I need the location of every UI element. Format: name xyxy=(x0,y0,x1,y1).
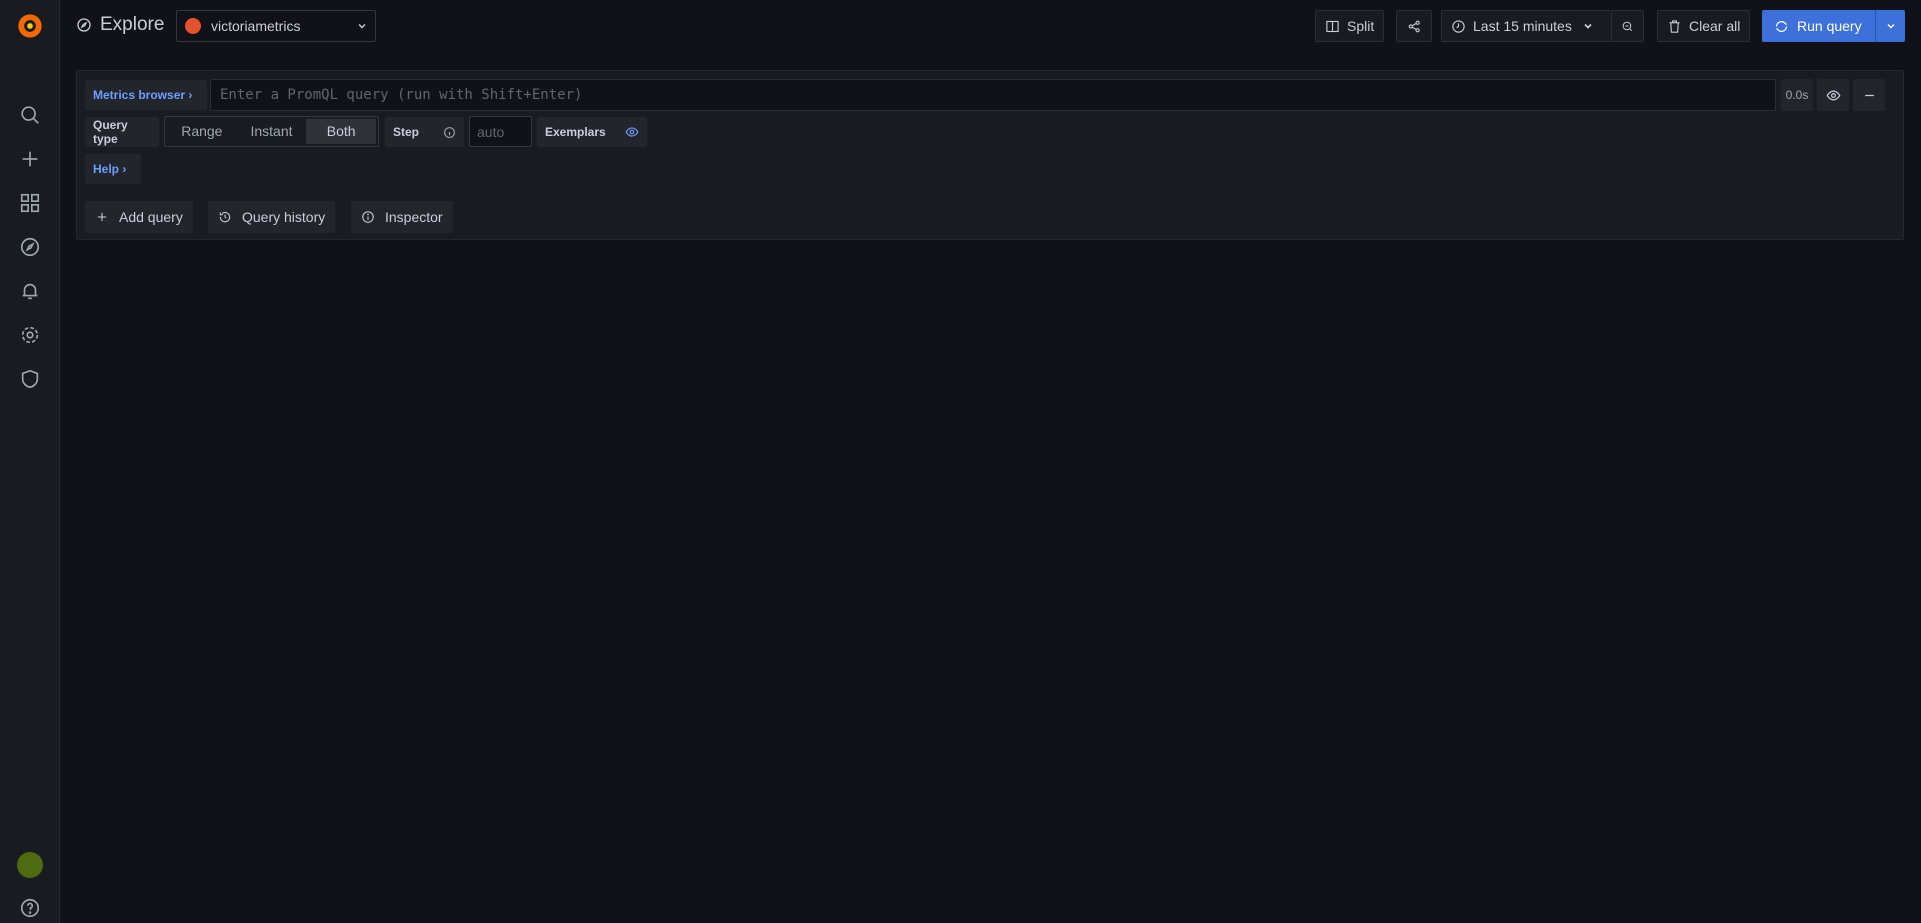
trash-icon xyxy=(1669,19,1680,33)
shield-icon[interactable] xyxy=(18,367,42,391)
query-placeholder: Enter a PromQL query (run with Shift+Ent… xyxy=(220,87,583,103)
query-history-label: Query history xyxy=(242,209,326,225)
step-input[interactable]: auto xyxy=(469,116,532,147)
bell-icon[interactable] xyxy=(18,279,42,303)
datasource-picker[interactable]: victoriametrics xyxy=(176,10,376,42)
step-label-text: Step xyxy=(393,125,420,139)
query-editor-panel: Metrics browser › Enter a PromQL query (… xyxy=(76,70,1904,240)
promql-query-input[interactable]: Enter a PromQL query (run with Shift+Ent… xyxy=(210,79,1776,111)
sync-icon xyxy=(1775,20,1788,32)
toggle-visibility-button[interactable] xyxy=(1817,79,1849,111)
info-icon xyxy=(362,211,374,223)
eye-icon xyxy=(1826,89,1840,101)
time-range-label: Last 15 minutes xyxy=(1473,18,1572,34)
query-history-button[interactable]: Query history xyxy=(208,201,336,233)
exemplars-label: Exemplars xyxy=(545,125,606,139)
inspector-button[interactable]: Inspector xyxy=(351,201,453,233)
page-title-text: Explore xyxy=(100,14,165,35)
share-button[interactable] xyxy=(1396,10,1432,42)
query-duration-text: 0.0s xyxy=(1785,88,1809,102)
clear-all-label: Clear all xyxy=(1689,18,1741,34)
info-icon[interactable] xyxy=(443,126,456,139)
clock-icon xyxy=(1452,19,1465,33)
share-icon xyxy=(1408,20,1420,32)
metrics-browser-label: Metrics browser xyxy=(93,88,186,102)
split-label: Split xyxy=(1347,18,1375,34)
step-placeholder: auto xyxy=(477,123,505,140)
time-range-picker[interactable]: Last 15 minutes xyxy=(1441,10,1611,42)
eye-icon xyxy=(625,127,639,137)
page-title: Explore xyxy=(76,14,164,36)
metrics-browser-button[interactable]: Metrics browser › xyxy=(85,80,207,110)
plus-icon[interactable] xyxy=(18,147,42,171)
remove-query-button[interactable] xyxy=(1853,79,1885,111)
plus-icon xyxy=(97,212,107,222)
query-type-range[interactable]: Range xyxy=(167,119,237,144)
chevron-right-icon: › xyxy=(122,162,127,176)
help-icon[interactable] xyxy=(18,896,42,920)
split-icon xyxy=(1326,20,1339,32)
history-icon xyxy=(219,211,231,223)
search-icon[interactable] xyxy=(18,103,42,127)
grafana-logo-icon[interactable] xyxy=(16,12,44,40)
step-label: Step xyxy=(385,117,464,147)
chevron-down-icon xyxy=(1887,24,1894,29)
prometheus-icon xyxy=(185,18,201,34)
split-button[interactable]: Split xyxy=(1315,10,1385,42)
chevron-right-icon: › xyxy=(188,88,193,102)
dashboards-icon[interactable] xyxy=(18,191,42,215)
user-avatar[interactable] xyxy=(17,852,43,878)
help-label: Help xyxy=(93,162,120,176)
query-type-instant[interactable]: Instant xyxy=(237,119,307,144)
gear-icon[interactable] xyxy=(18,323,42,347)
zoom-out-icon xyxy=(1622,21,1633,31)
query-type-both[interactable]: Both xyxy=(306,119,377,144)
run-query-options-button[interactable] xyxy=(1875,10,1905,42)
clear-all-button[interactable]: Clear all xyxy=(1657,10,1751,42)
zoom-out-button[interactable] xyxy=(1611,10,1644,42)
compass-icon[interactable] xyxy=(18,235,42,259)
query-type-label-text: Query type xyxy=(93,118,128,146)
compass-icon xyxy=(77,18,91,32)
run-query-button-group: Run query xyxy=(1762,10,1905,42)
query-duration: 0.0s xyxy=(1781,79,1813,111)
run-query-label: Run query xyxy=(1797,18,1862,34)
add-query-button[interactable]: Add query xyxy=(85,201,193,233)
chevron-down-icon xyxy=(358,24,366,29)
exemplars-toggle[interactable]: Exemplars xyxy=(537,117,647,147)
query-type-label: Query type xyxy=(85,117,159,147)
query-type-selector: Range Instant Both xyxy=(164,116,379,147)
run-query-button[interactable]: Run query xyxy=(1762,10,1875,42)
datasource-name: victoriametrics xyxy=(211,18,301,34)
inspector-label: Inspector xyxy=(385,209,443,225)
minus-icon xyxy=(1864,94,1874,96)
help-toggle[interactable]: Help › xyxy=(85,154,141,184)
add-query-label: Add query xyxy=(119,209,183,225)
sidebar xyxy=(0,0,60,923)
chevron-down-icon xyxy=(1584,23,1592,29)
